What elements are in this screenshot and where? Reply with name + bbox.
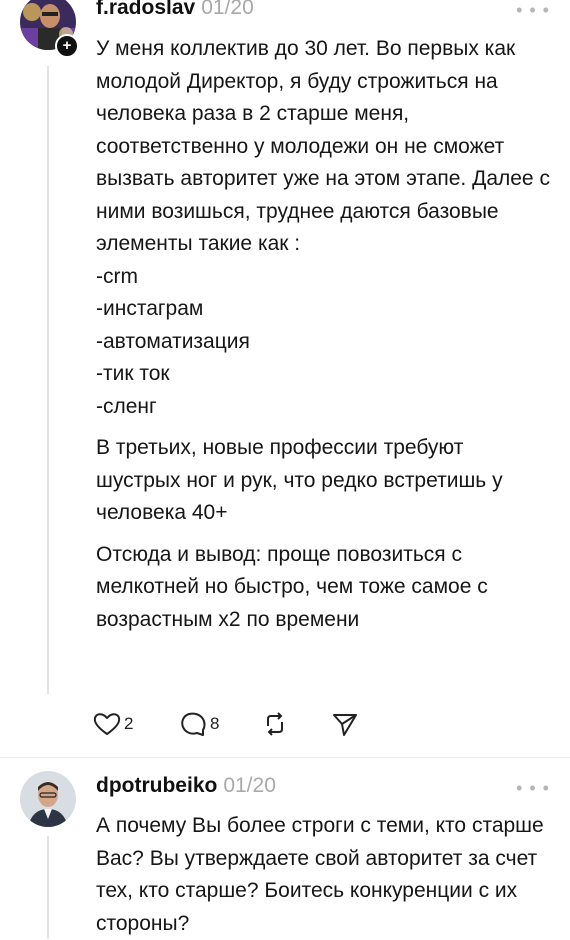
comment-icon (181, 712, 206, 736)
post-paragraph: У меня коллектив до 30 лет. Во первых ка… (96, 37, 550, 418)
username[interactable]: dpotrubeiko (96, 774, 217, 797)
send-icon (333, 714, 357, 736)
repost-icon (267, 712, 283, 736)
post-paragraph: А почему Вы более строги с теми, кто ста… (96, 814, 544, 935)
post-header: dpotrubeiko 01/20 (96, 774, 276, 798)
post-body: А почему Вы более строги с теми, кто ста… (96, 810, 551, 940)
username[interactable]: f.radoslav (96, 0, 195, 19)
thread-line (47, 836, 49, 939)
heart-icon (93, 713, 121, 735)
like-count: 2 (124, 714, 134, 733)
comment-count: 8 (210, 714, 220, 733)
thread-line (47, 66, 49, 694)
repost-button[interactable] (260, 709, 290, 739)
post-divider (0, 757, 570, 758)
post-date: 01/20 (223, 774, 276, 797)
post-date: 01/20 (201, 0, 254, 19)
comment-button[interactable]: 8 (178, 709, 219, 739)
post-paragraph: В третьих, новые профессии требуют шустр… (96, 436, 503, 524)
follow-plus-icon[interactable]: + (55, 34, 79, 58)
more-options-icon[interactable]: • • • (516, 778, 550, 799)
post-header: f.radoslav 01/20 (96, 0, 254, 20)
post-paragraph: Отсюда и вывод: проще повозиться с мелко… (96, 542, 488, 631)
share-button[interactable] (330, 709, 360, 739)
like-button[interactable]: 2 (92, 709, 133, 739)
avatar-dpotrubeiko[interactable] (20, 771, 76, 827)
post-body: У меня коллектив до 30 лет. Во первых ка… (96, 33, 551, 636)
more-options-icon[interactable]: • • • (516, 0, 550, 21)
